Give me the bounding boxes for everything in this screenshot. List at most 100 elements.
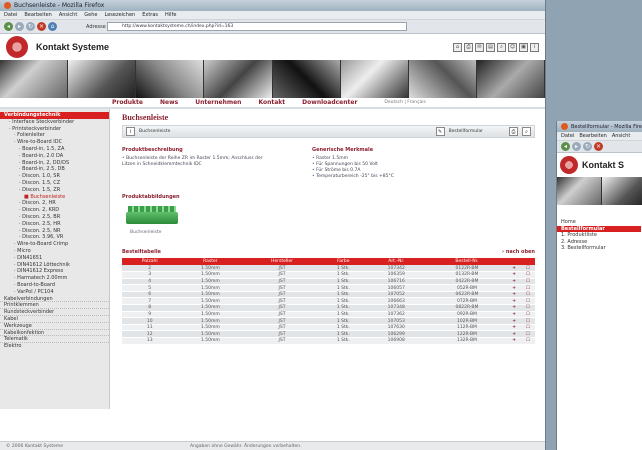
sidebar-item[interactable]: Elektro <box>0 343 109 350</box>
sidebar-item[interactable]: Kabelkonfektion <box>0 330 109 337</box>
print-icon[interactable]: ⎙ <box>509 127 518 136</box>
add-to-cart-icon[interactable]: + <box>507 330 521 339</box>
sidebar-item[interactable]: Telematik <box>0 336 109 344</box>
add-to-cart-icon[interactable]: + <box>507 284 521 292</box>
add-to-cart-icon[interactable]: + <box>507 324 521 332</box>
menu-item-ansicht[interactable]: Ansicht <box>612 133 630 139</box>
nav-news[interactable]: News <box>160 99 178 106</box>
nav-kontakt[interactable]: Kontakt <box>258 99 285 106</box>
sidebar-item[interactable]: · Interface Steckverbinder <box>0 119 109 126</box>
sidebar-item[interactable]: Rundsteckverbinder <box>0 309 109 316</box>
user-icon[interactable]: ☺ <box>508 42 517 52</box>
datasheet-icon[interactable]: ☐ <box>520 324 535 332</box>
sidebar-item[interactable]: · Board-in, 1.5, ZA <box>0 146 109 153</box>
add-to-cart-icon[interactable]: + <box>507 291 521 299</box>
datasheet-icon[interactable]: ☐ <box>520 304 535 312</box>
menu-item-gehe[interactable]: Gehe <box>84 12 97 18</box>
second-browser-window[interactable]: Bestellformular - Mozilla Fire Datei Bear… <box>556 121 642 450</box>
logo-icon[interactable] <box>6 36 28 58</box>
print-icon[interactable]: ⎙ <box>464 42 473 52</box>
add-to-cart-icon[interactable]: + <box>507 317 521 325</box>
sidebar-item[interactable]: · Discon. 3.96, VR <box>0 234 109 241</box>
menu-item-datei[interactable]: Datei <box>561 133 574 139</box>
datasheet-icon[interactable]: ☐ <box>520 265 535 273</box>
sidebar-item[interactable]: Kabelverbindungen <box>0 296 109 303</box>
home-icon[interactable]: ⌂ <box>453 42 462 52</box>
product-image[interactable] <box>126 204 178 228</box>
sidebar-item[interactable]: Kabel <box>0 316 109 323</box>
sidebar-item[interactable]: · DIN41612 Löttechnik <box>0 262 109 269</box>
sidebar-item[interactable]: · Discon. 2.5, NR <box>0 228 109 235</box>
order-form-icon[interactable]: ✎ <box>435 127 445 136</box>
menu-item-bearbeiten[interactable]: Bearbeiten <box>24 12 51 18</box>
menu-item-ansicht[interactable]: Ansicht <box>59 12 77 18</box>
sidebar-item[interactable]: · Discon. 1.5, ZR <box>0 187 109 194</box>
add-to-cart-icon[interactable]: + <box>507 311 521 319</box>
add-to-cart-icon[interactable]: + <box>507 271 521 279</box>
sidebar-item[interactable]: · Discon. 2, HR <box>0 200 109 207</box>
datasheet-icon[interactable]: ☐ <box>520 317 535 325</box>
sidebar-item[interactable]: · Discon. 2.5, HR <box>0 221 109 228</box>
add-to-cart-icon[interactable]: + <box>507 265 521 273</box>
sidebar-item[interactable]: · Discon. 2, KRD <box>0 207 109 214</box>
sidebar-item[interactable]: · DIN41612 Express <box>0 268 109 275</box>
add-to-cart-icon[interactable]: + <box>507 297 521 306</box>
menu-item-bearbeiten[interactable]: Bearbeiten <box>579 133 606 139</box>
window2-sidebar-item[interactable]: 3. Bestellformular <box>557 245 641 252</box>
sidebar-item[interactable]: · Printsteckverbinder <box>0 126 109 133</box>
reload-button[interactable]: ↻ <box>26 22 35 31</box>
datasheet-icon[interactable]: ☐ <box>520 337 535 345</box>
forward-button[interactable]: ▸ <box>15 22 24 31</box>
sidebar-item[interactable]: · Board-to-Board <box>0 282 109 289</box>
sidebar-item[interactable]: · DIN41651 <box>0 255 109 262</box>
add-to-cart-icon[interactable]: + <box>507 304 521 312</box>
datasheet-icon[interactable]: ☐ <box>520 284 535 292</box>
reload-button[interactable]: ↻ <box>583 142 592 151</box>
menu-item-extras[interactable]: Extras <box>142 12 158 18</box>
order-form-link[interactable]: Bestellformular <box>449 129 483 134</box>
mail-icon[interactable]: ✉ <box>475 42 484 52</box>
back-to-top-link[interactable]: › nach oben <box>502 249 535 255</box>
cart-icon[interactable]: ▤ <box>486 42 495 52</box>
address-bar[interactable]: Adresse http://www.kontaktsysteme.ch/ind… <box>86 22 407 31</box>
datasheet-icon[interactable]: ☐ <box>520 271 535 279</box>
sidebar-item[interactable]: Werkzeuge <box>0 323 109 330</box>
sidebar-item[interactable]: · Wire-to-Board IDC <box>0 139 109 146</box>
stop-button[interactable]: × <box>594 142 603 151</box>
sidebar-item[interactable]: · Micro <box>0 248 109 255</box>
sidebar-item[interactable]: · Folienleiter <box>0 132 109 139</box>
logo-icon[interactable] <box>560 156 578 174</box>
sidebar-item[interactable]: · Wire-to-Board Crimp <box>0 241 109 248</box>
menu-item-datei[interactable]: Datei <box>4 12 17 18</box>
sidebar-item[interactable]: · Board-in, 2.5, DB <box>0 166 109 173</box>
back-button[interactable]: ◂ <box>561 142 570 151</box>
sidebar-item[interactable]: · Discon. 2.5, BR <box>0 214 109 221</box>
home-button[interactable]: ⌂ <box>48 22 57 31</box>
info-icon[interactable]: i <box>530 42 539 52</box>
datasheet-icon[interactable]: ☐ <box>520 297 535 306</box>
sidebar-item[interactable]: · Discon. 1.5, CZ <box>0 180 109 187</box>
add-to-cart-icon[interactable]: + <box>507 337 521 345</box>
language-switch[interactable]: Deutsch | Français <box>384 100 425 105</box>
nav-produkte[interactable]: Produkte <box>112 99 143 106</box>
forward-button[interactable]: ▸ <box>572 142 581 151</box>
back-button[interactable]: ◂ <box>4 22 13 31</box>
datasheet-icon[interactable]: ☐ <box>520 311 535 319</box>
sidebar-item[interactable]: Printklemmen <box>0 302 109 310</box>
stop-button[interactable]: × <box>37 22 46 31</box>
datasheet-icon[interactable]: ☐ <box>520 291 535 299</box>
menu-item-hilfe[interactable]: Hilfe <box>165 12 176 18</box>
search-icon[interactable]: ⌕ <box>522 127 531 136</box>
info-icon[interactable]: i <box>126 127 135 136</box>
lock-icon[interactable]: ▣ <box>519 42 528 52</box>
datasheet-icon[interactable]: ☐ <box>520 330 535 339</box>
sidebar-item[interactable]: · Harmatech 2.00mm <box>0 275 109 282</box>
sidebar-item[interactable]: · Discon. 1.0, SR <box>0 173 109 180</box>
sidebar-item[interactable]: · Board-in, 2, DD/DS <box>0 160 109 167</box>
search-icon[interactable]: ⌕ <box>497 42 506 52</box>
nav-downloadcenter[interactable]: Downloadcenter <box>302 99 357 106</box>
sidebar-item[interactable]: · Board-in, 2.0 DA <box>0 153 109 160</box>
sidebar-item[interactable]: Verbindungstechnik <box>0 112 109 119</box>
menu-item-lesezeichen[interactable]: Lesezeichen <box>105 12 136 18</box>
datasheet-icon[interactable]: ☐ <box>520 278 535 286</box>
